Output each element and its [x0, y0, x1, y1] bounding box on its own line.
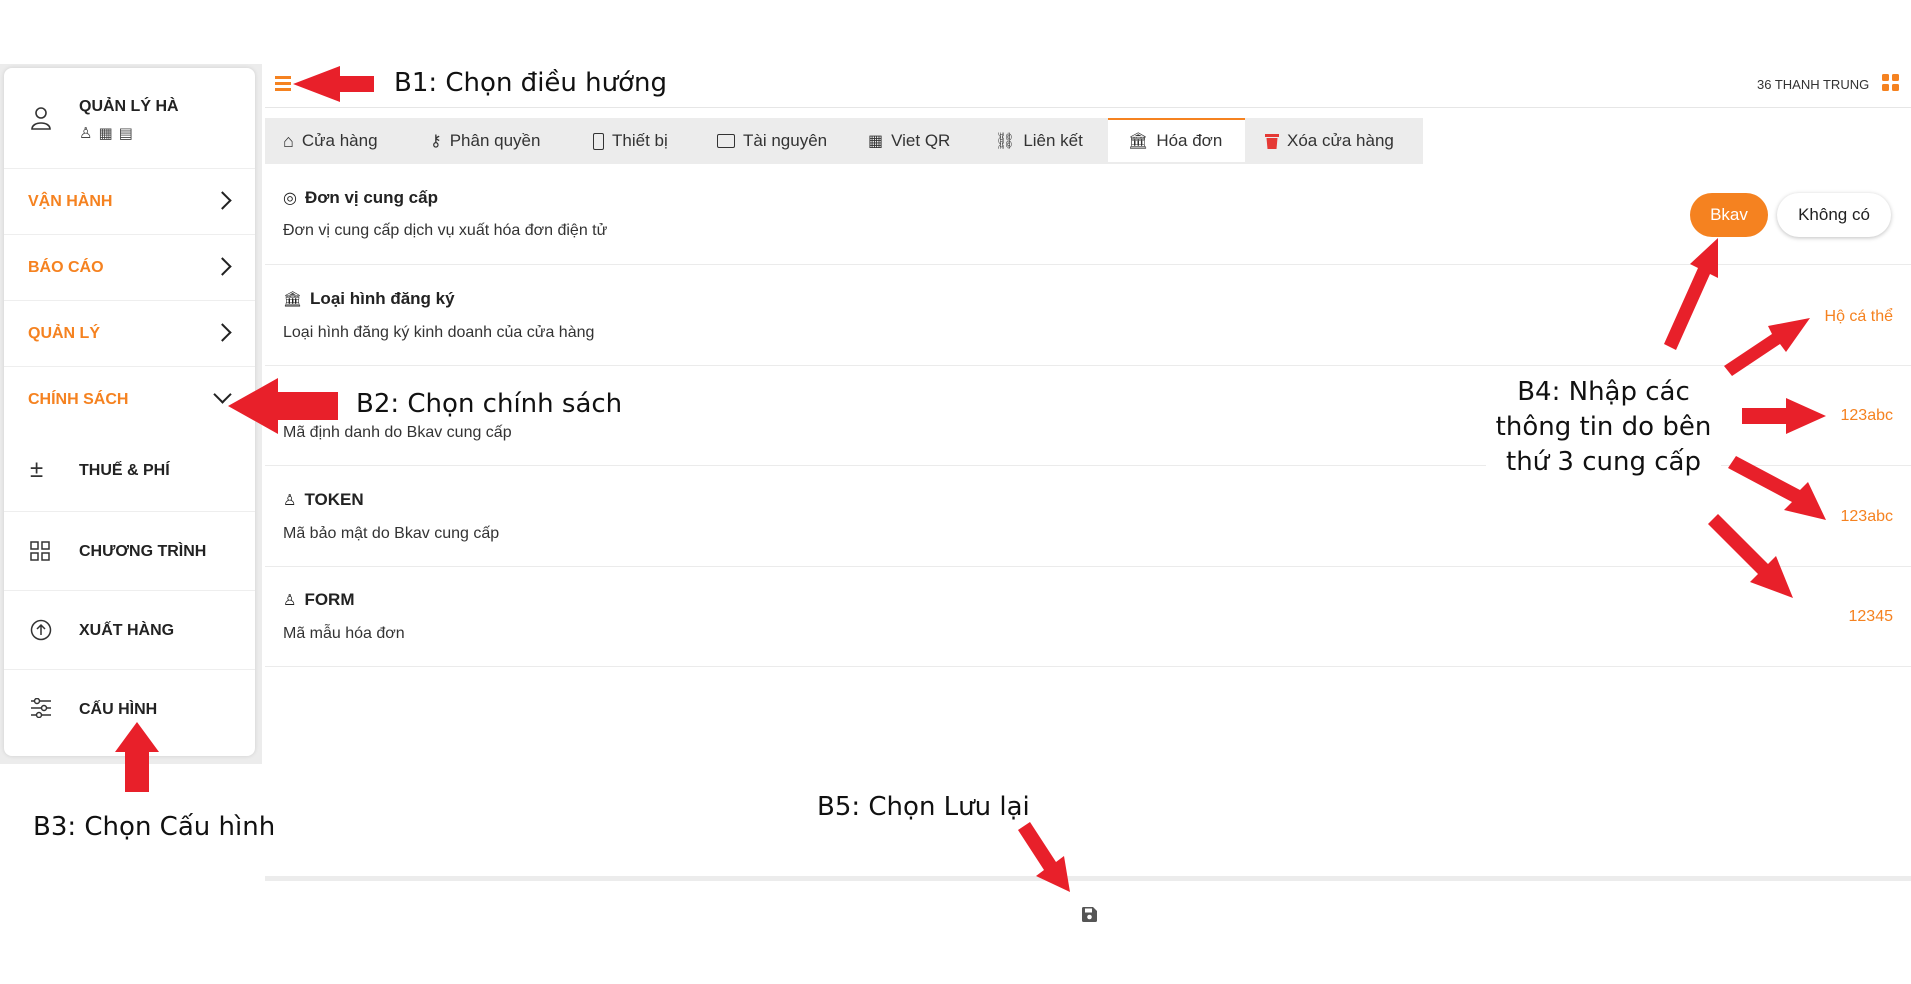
- arrow-b4-id: [1742, 398, 1826, 434]
- annotation-arrows: [115, 66, 1826, 892]
- arrow-b4-form: [1708, 514, 1793, 598]
- arrow-b4-bkav: [1664, 238, 1718, 350]
- arrow-b5: [1018, 822, 1070, 892]
- arrow-b1: [293, 66, 374, 102]
- arrow-b2: [228, 378, 338, 434]
- arrow-b3: [115, 722, 159, 792]
- arrow-b4-token: [1728, 456, 1826, 520]
- arrow-b4-type: [1724, 318, 1810, 376]
